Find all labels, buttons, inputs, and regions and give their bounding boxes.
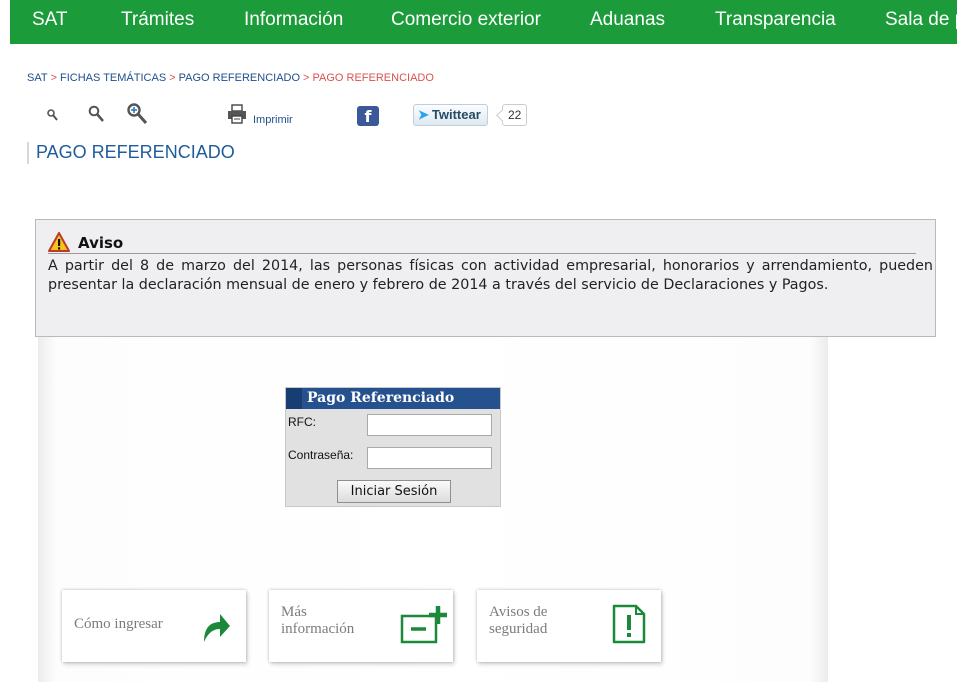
card-label-line-1: Avisos de (489, 604, 548, 620)
breadcrumb-separator: > (50, 72, 58, 84)
card-label-line-2: seguridad (489, 621, 548, 637)
page-title: PAGO REFERENCIADO (36, 142, 235, 162)
password-input[interactable] (367, 447, 492, 469)
card-como-ingresar[interactable]: Cómo ingresar (62, 590, 246, 662)
nav-item-informacion[interactable]: Información (244, 0, 343, 44)
nav-item-sala-de-prensa[interactable]: Sala de p (885, 0, 957, 44)
nav-item-aduanas[interactable]: Aduanas (590, 0, 665, 44)
tweet-label: Twittear (431, 107, 481, 122)
breadcrumb-separator: > (303, 72, 310, 84)
card-avisos-seguridad[interactable]: Avisos de seguridad (477, 590, 661, 662)
notice-header: Aviso (48, 232, 916, 254)
login-header: Pago Referenciado (286, 388, 500, 409)
breadcrumb-current: PAGO REFERENCIADO (312, 72, 434, 84)
login-title: Pago Referenciado (307, 390, 455, 406)
breadcrumb-item-fichas[interactable]: FICHAS TEMÁTICAS (60, 72, 166, 84)
notice-box: Aviso A partir del 8 de marzo del 2014, … (35, 219, 936, 337)
breadcrumb-item-pago[interactable]: PAGO REFERENCIADO (179, 72, 300, 84)
card-label-line-1: Más (281, 604, 307, 620)
page-toolbar: Imprimir f ➤ Twittear 22 (40, 100, 560, 130)
notice-text: A partir del 8 de marzo del 2014, las pe… (48, 258, 933, 293)
login-box: Pago Referenciado RFC: Contraseña: Inici… (285, 387, 501, 507)
print-link[interactable]: Imprimir (253, 114, 293, 126)
rfc-input[interactable] (367, 414, 492, 436)
page-title-divider (27, 142, 29, 164)
zoom-max-icon[interactable] (126, 102, 148, 124)
notice-title: Aviso (78, 234, 124, 252)
folder-plus-icon (400, 606, 447, 644)
nav-item-transparencia[interactable]: Transparencia (715, 0, 836, 44)
printer-icon[interactable] (227, 104, 247, 124)
arrow-icon (204, 614, 230, 642)
document-alert-icon (612, 604, 646, 644)
zoom-in-icon[interactable] (88, 105, 104, 122)
breadcrumb-separator: > (169, 72, 176, 84)
breadcrumb: SAT > FICHAS TEMÁTICAS > PAGO REFERENCIADO > P… (27, 72, 434, 84)
nav-item-sat[interactable]: SAT (32, 0, 68, 44)
tweet-count-badge: 22 (502, 104, 528, 126)
warning-icon (48, 232, 70, 252)
top-nav: SAT Trámites Información Comercio exteri… (10, 0, 957, 44)
facebook-icon[interactable]: f (357, 106, 379, 126)
twitter-bird-icon: ➤ (418, 107, 429, 122)
tweet-button[interactable]: ➤ Twittear (413, 104, 488, 126)
login-submit-button[interactable]: Iniciar Sesión (337, 480, 451, 503)
nav-item-tramites[interactable]: Trámites (121, 0, 194, 44)
password-label: Contraseña: (288, 448, 354, 462)
login-header-accent (286, 388, 302, 409)
breadcrumb-item-sat[interactable]: SAT (27, 72, 48, 84)
rfc-label: RFC: (288, 415, 316, 429)
card-label: Cómo ingresar (74, 616, 163, 632)
zoom-reset-icon[interactable] (46, 108, 58, 121)
card-mas-informacion[interactable]: Más información (269, 590, 453, 662)
nav-item-comercio-exterior[interactable]: Comercio exterior (391, 0, 541, 44)
card-label-line-2: información (281, 621, 355, 637)
